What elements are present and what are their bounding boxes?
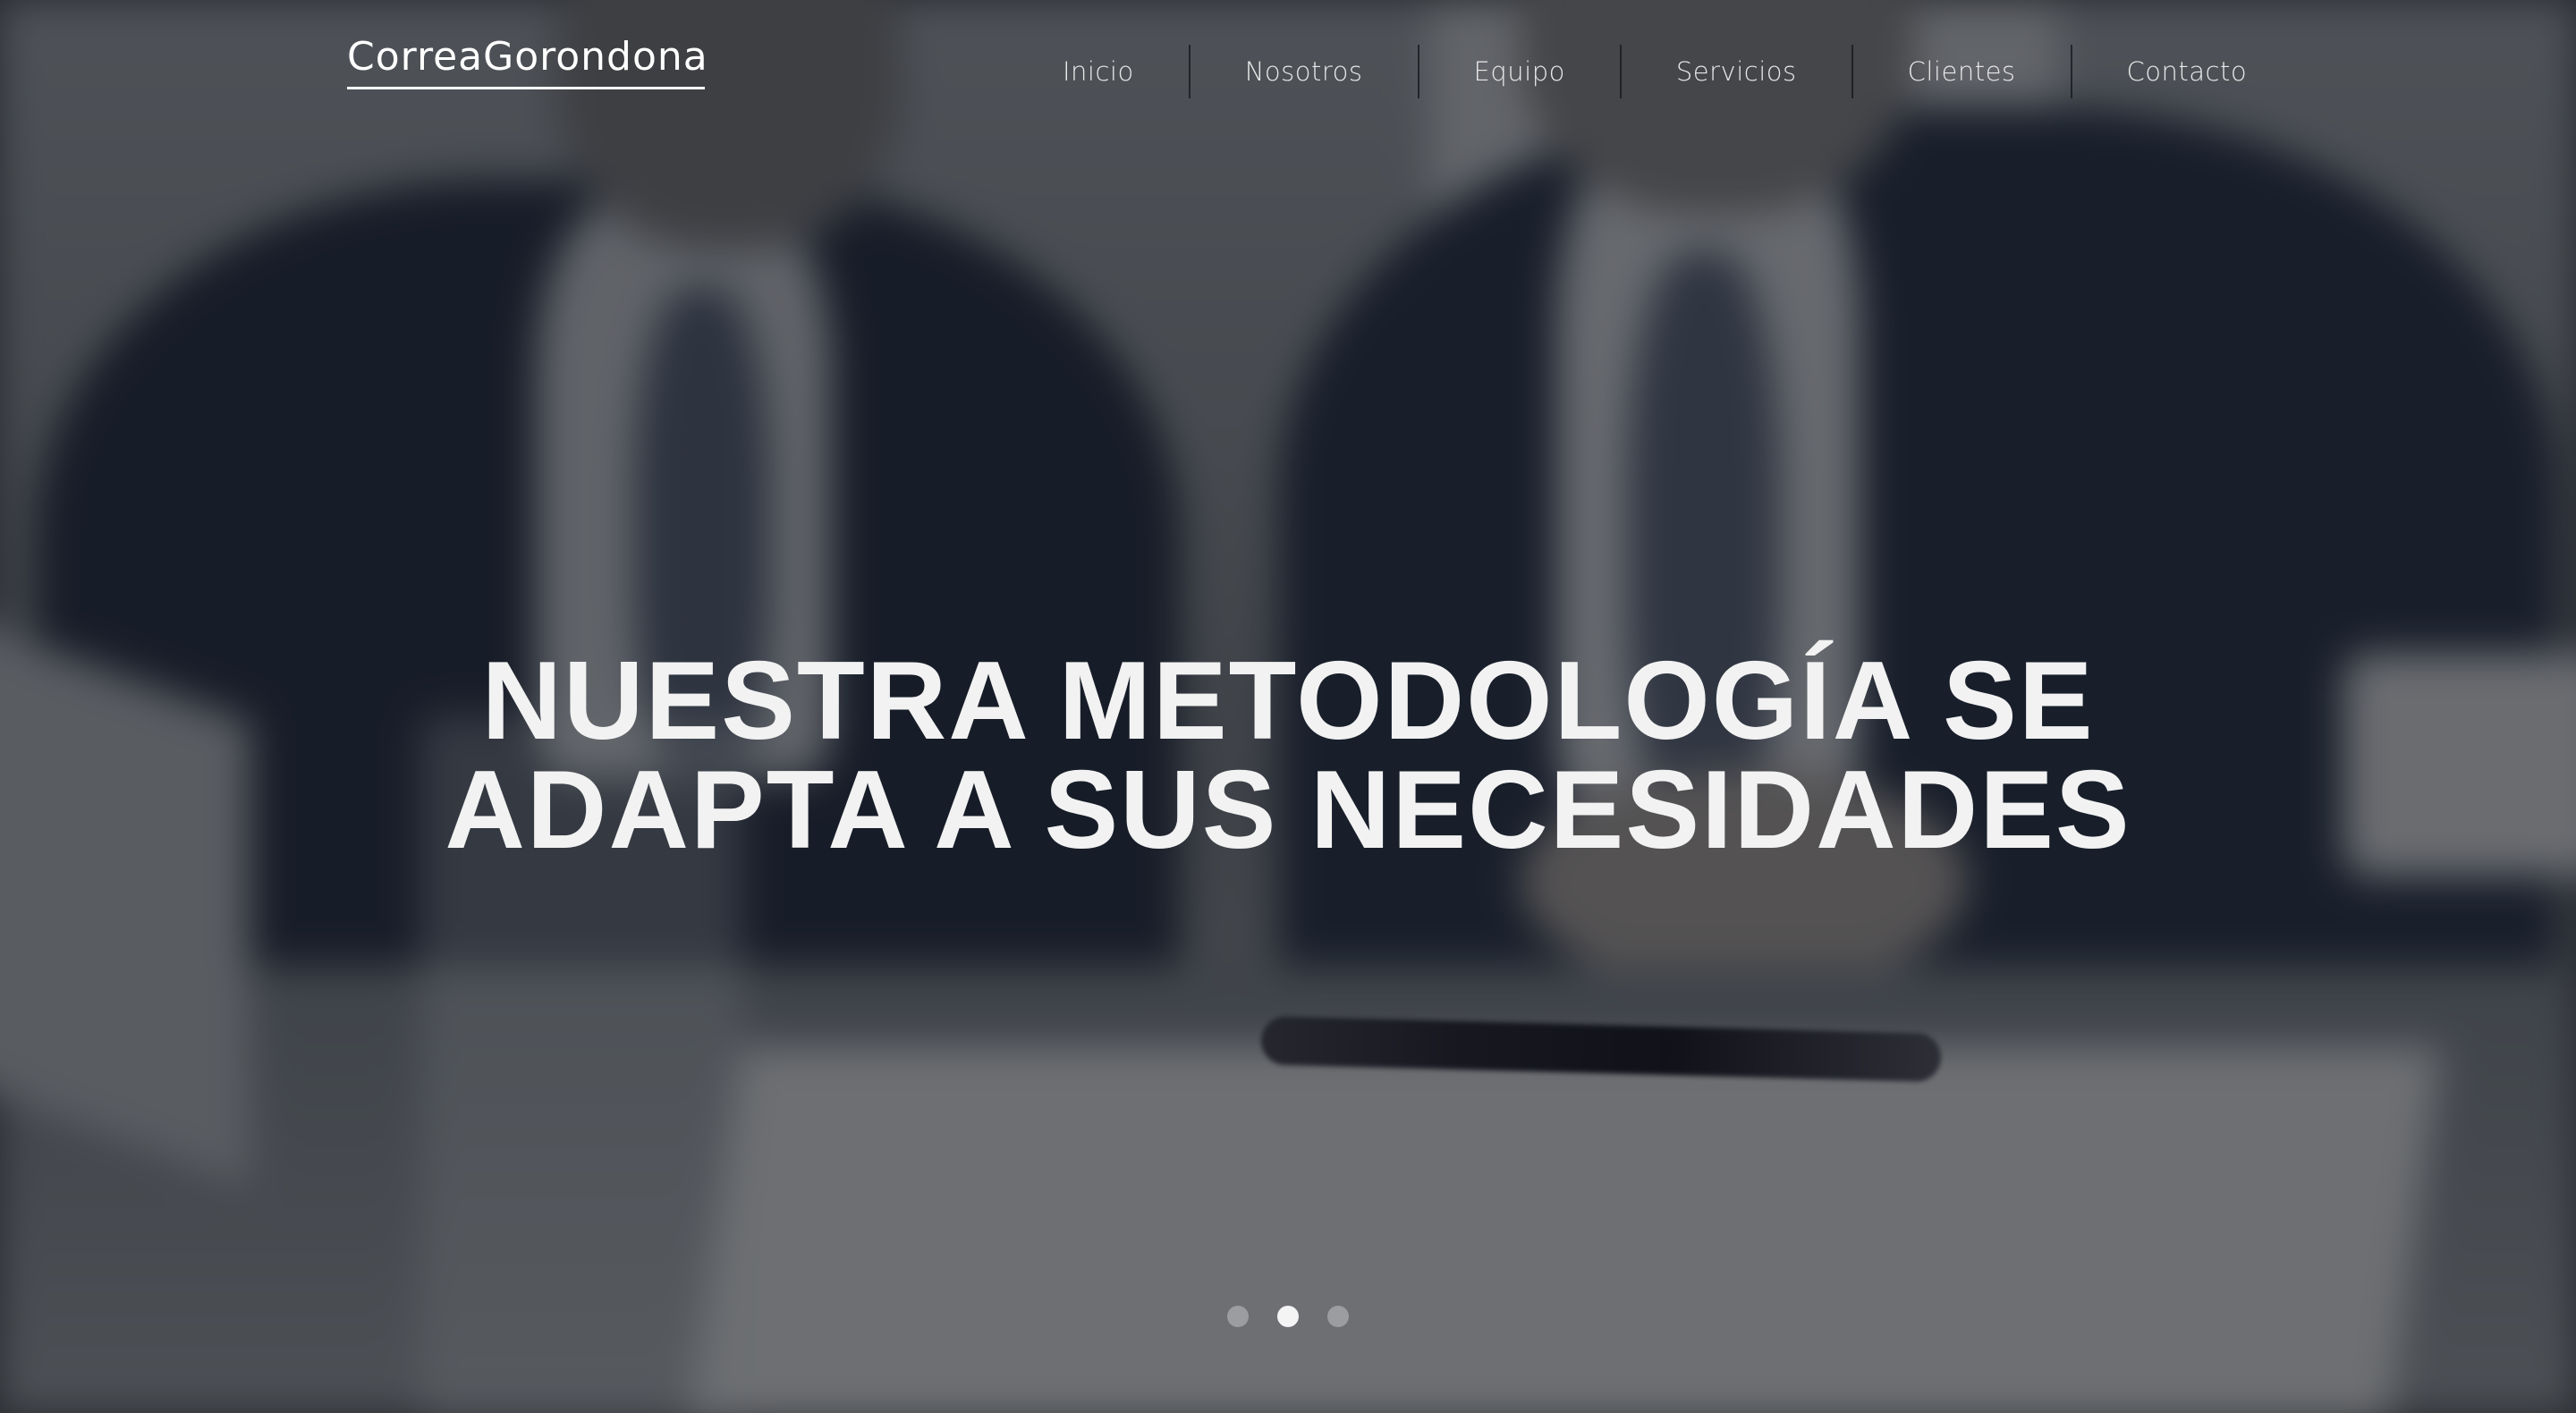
site-logo[interactable]: CorreaGorondona — [347, 34, 708, 89]
hero-headline-line1: NUESTRA METODOLOGÍA SE — [481, 639, 2095, 764]
slider-pagination — [0, 1306, 2576, 1327]
slider-dot[interactable] — [1277, 1306, 1299, 1327]
nav-item-servicios[interactable]: Servicios — [1619, 45, 1852, 98]
slider-dot[interactable] — [1327, 1306, 1349, 1327]
nav-item-clientes[interactable]: Clientes — [1851, 45, 2071, 98]
main-nav: Inicio Nosotros Equipo Servicios Cliente… — [1029, 45, 2301, 98]
nav-item-equipo[interactable]: Equipo — [1417, 45, 1620, 98]
hero-slider: CorreaGorondona Inicio Nosotros Equipo S… — [0, 0, 2576, 1413]
nav-item-contacto[interactable]: Contacto — [2070, 45, 2302, 98]
slider-dot[interactable] — [1227, 1306, 1249, 1327]
hero-headline-line2: ADAPTA A SUS NECESIDADES — [445, 749, 2131, 873]
nav-item-nosotros[interactable]: Nosotros — [1188, 45, 1418, 98]
hero-headline: NUESTRA METODOLOGÍA SE ADAPTA A SUS NECE… — [0, 639, 2576, 873]
nav-item-inicio[interactable]: Inicio — [1029, 45, 1189, 98]
